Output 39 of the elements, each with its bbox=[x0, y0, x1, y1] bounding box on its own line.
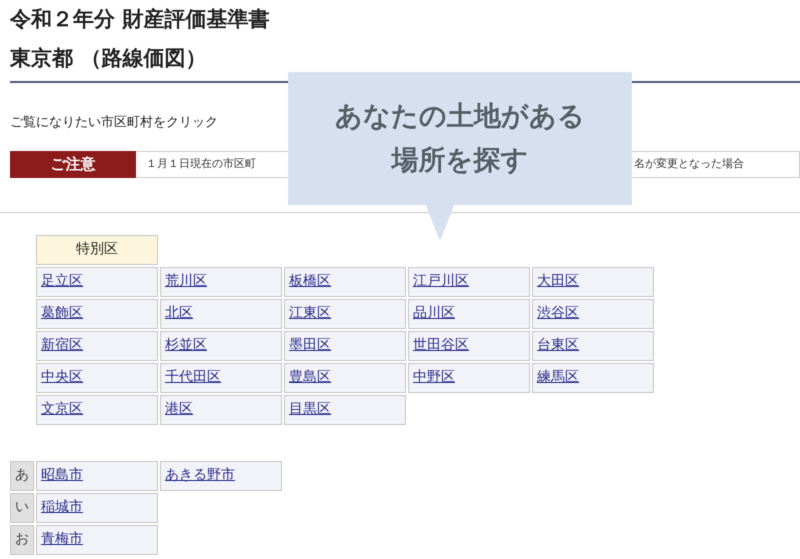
ward-link[interactable]: 荒川区 bbox=[165, 271, 207, 292]
ward-link[interactable]: 新宿区 bbox=[41, 335, 83, 356]
kana-label: い bbox=[10, 492, 34, 522]
instruction-text: ご覧になりたい市区町村をクリック bbox=[10, 114, 218, 132]
notice-label: ご注意 bbox=[10, 150, 136, 178]
ward-link[interactable]: 江戸川区 bbox=[413, 271, 469, 292]
ward-link[interactable]: 足立区 bbox=[41, 271, 83, 292]
kana-label: お bbox=[10, 524, 34, 554]
ward-link[interactable]: 大田区 bbox=[537, 271, 579, 292]
city-link[interactable]: 青梅市 bbox=[41, 529, 83, 550]
ward-link[interactable]: 豊島区 bbox=[289, 367, 331, 388]
ward-link[interactable]: 文京区 bbox=[41, 399, 83, 420]
ward-link[interactable]: 北区 bbox=[165, 303, 193, 324]
ward-link[interactable]: 千代田区 bbox=[165, 367, 221, 388]
city-link[interactable]: 昭島市 bbox=[41, 465, 83, 486]
kana-label: あ bbox=[10, 460, 34, 490]
ward-link[interactable]: 渋谷区 bbox=[537, 303, 579, 324]
ward-link[interactable]: 葛飾区 bbox=[41, 303, 83, 324]
ward-link[interactable]: 品川区 bbox=[413, 303, 455, 324]
ward-link[interactable]: 目黒区 bbox=[289, 399, 331, 420]
ward-link[interactable]: 台東区 bbox=[537, 335, 579, 356]
ward-link[interactable]: 杉並区 bbox=[165, 335, 207, 356]
ward-link[interactable]: 中央区 bbox=[41, 367, 83, 388]
ward-link[interactable]: 練馬区 bbox=[537, 367, 579, 388]
page-title: 令和２年分 財産評価基準書 bbox=[10, 6, 270, 32]
ward-link[interactable]: 墨田区 bbox=[289, 335, 331, 356]
page-title: 東京都 （路線価図） bbox=[10, 45, 208, 72]
ward-link[interactable]: 世田谷区 bbox=[413, 335, 469, 356]
city-link[interactable]: あきる野市 bbox=[165, 465, 235, 486]
callout-text: 場所を探す bbox=[392, 144, 528, 178]
section-heading: 特別区 bbox=[36, 234, 158, 264]
ward-link[interactable]: 港区 bbox=[165, 399, 193, 420]
ward-link[interactable]: 板橋区 bbox=[289, 271, 331, 292]
callout-text: あなたの土地がある bbox=[335, 100, 585, 134]
notice-text: 名が変更となった場合 bbox=[634, 156, 744, 172]
ward-link[interactable]: 中野区 bbox=[413, 367, 455, 388]
ward-link[interactable]: 江東区 bbox=[289, 303, 331, 324]
notice-text: １月１日現在の市区町 bbox=[146, 156, 256, 172]
city-link[interactable]: 稲城市 bbox=[41, 497, 83, 518]
